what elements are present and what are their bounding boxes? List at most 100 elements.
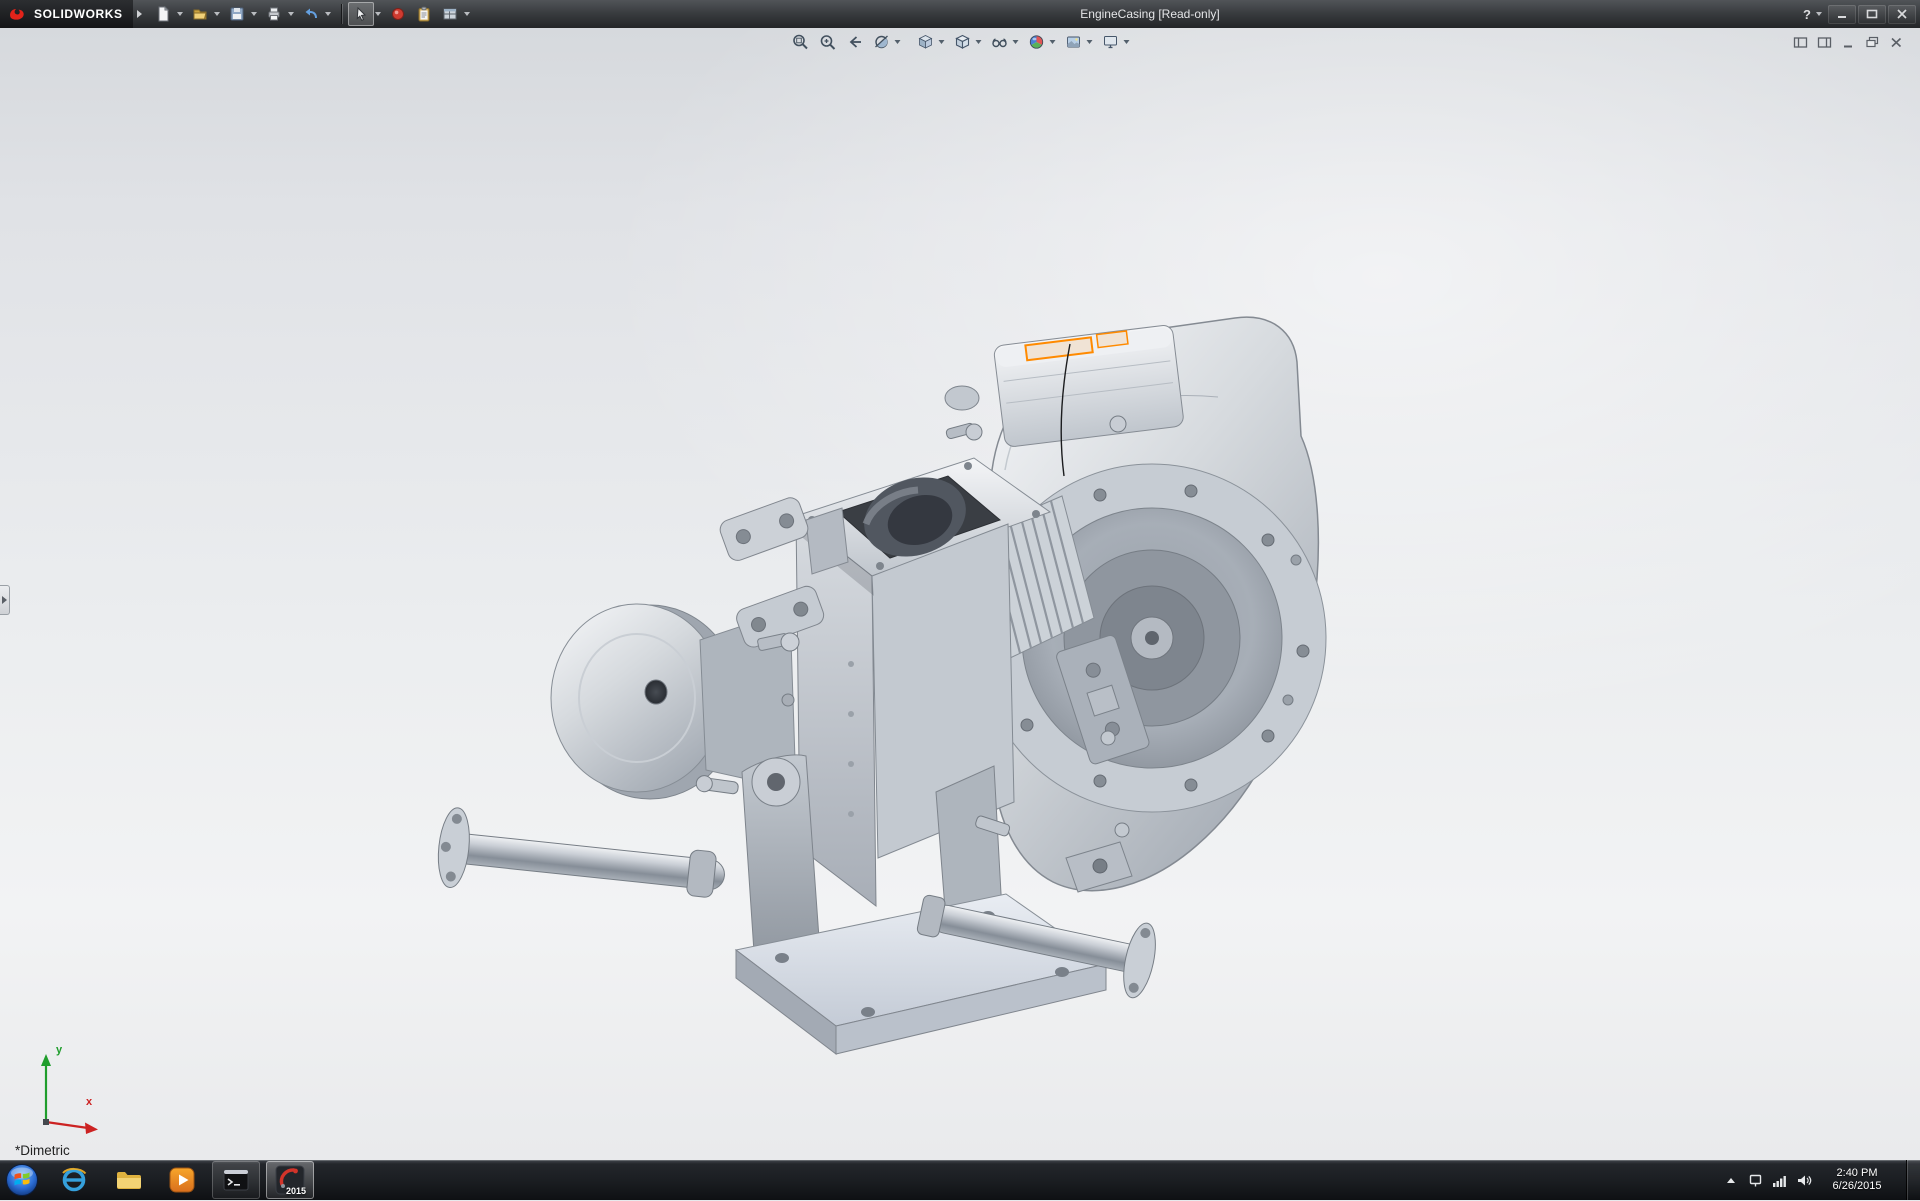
close-icon <box>1896 9 1908 19</box>
new-document-caret-icon[interactable] <box>177 12 183 16</box>
save-icon <box>228 5 246 23</box>
save-button[interactable] <box>224 2 250 26</box>
minimize-icon <box>1836 9 1848 19</box>
zoom-to-fit-button[interactable] <box>787 30 814 53</box>
hide-show-caret-icon[interactable] <box>1013 40 1019 44</box>
taskbar: 2015 2:40 PM 6/26/2015 <box>0 1160 1920 1200</box>
taskbar-item-file-explorer[interactable] <box>104 1161 152 1199</box>
orientation-triad: y x <box>12 1044 112 1134</box>
display-style-icon <box>953 33 971 51</box>
rebuild-button[interactable] <box>385 2 411 26</box>
appearance-sphere-icon <box>1027 33 1045 51</box>
select-caret-icon[interactable] <box>375 12 381 16</box>
zoom-to-area-icon <box>818 33 836 51</box>
pane-left-button[interactable] <box>1791 34 1810 51</box>
doc-restore-button[interactable] <box>1863 34 1882 51</box>
taskbar-item-internet-explorer[interactable] <box>50 1161 98 1199</box>
hide-show-glasses-icon <box>990 33 1008 51</box>
toolbar-separator <box>341 4 342 24</box>
section-view-icon <box>872 33 890 51</box>
solidworks-year-badge: 2015 <box>286 1187 306 1196</box>
window-title: EngineCasing [Read-only] <box>1000 7 1300 21</box>
feature-panel-handle[interactable] <box>0 585 10 615</box>
view-orientation-cube-icon <box>916 33 934 51</box>
main-toolbar <box>150 2 474 26</box>
minimize-button[interactable] <box>1828 5 1856 24</box>
help-caret-icon[interactable] <box>1816 12 1822 16</box>
solidworks-logo-icon <box>8 5 28 23</box>
open-caret-icon[interactable] <box>214 12 220 16</box>
taskbar-item-media-player[interactable] <box>158 1161 206 1199</box>
section-view-caret-icon[interactable] <box>895 40 901 44</box>
maximize-icon <box>1866 9 1878 19</box>
undo-caret-icon[interactable] <box>325 12 331 16</box>
heads-up-view-toolbar <box>787 30 1134 53</box>
command-prompt-icon <box>221 1165 251 1195</box>
menu-expander-icon[interactable] <box>137 10 142 18</box>
save-caret-icon[interactable] <box>251 12 257 16</box>
display-style-button[interactable] <box>949 30 976 53</box>
doc-minimize-button[interactable] <box>1839 34 1858 51</box>
zoom-to-area-button[interactable] <box>814 30 841 53</box>
file-properties-button[interactable] <box>411 2 437 26</box>
show-desktop-button[interactable] <box>1906 1160 1920 1200</box>
triad-y-label: y <box>56 1044 62 1056</box>
taskbar-item-command-prompt[interactable] <box>212 1161 260 1199</box>
previous-view-icon <box>845 33 863 51</box>
system-tray: 2:40 PM 6/26/2015 <box>1723 1160 1920 1200</box>
close-button[interactable] <box>1888 5 1916 24</box>
view-orientation-caret-icon[interactable] <box>939 40 945 44</box>
maximize-button[interactable] <box>1858 5 1886 24</box>
apply-scene-caret-icon[interactable] <box>1087 40 1093 44</box>
view-orientation-button[interactable] <box>912 30 939 53</box>
clock-time: 2:40 PM <box>1821 1167 1893 1180</box>
previous-view-button[interactable] <box>841 30 868 53</box>
taskbar-clock[interactable]: 2:40 PM 6/26/2015 <box>1821 1167 1893 1193</box>
triad-axes-icon <box>12 1044 112 1134</box>
doc-close-button[interactable] <box>1887 34 1906 51</box>
print-icon <box>265 5 283 23</box>
options-button[interactable] <box>437 2 463 26</box>
internet-explorer-icon <box>59 1165 89 1195</box>
hide-show-items-button[interactable] <box>986 30 1013 53</box>
show-hidden-icons-button[interactable] <box>1723 1174 1739 1187</box>
edit-appearance-button[interactable] <box>1023 30 1050 53</box>
engine-casing-model[interactable] <box>0 28 1920 1160</box>
print-button[interactable] <box>261 2 287 26</box>
view-settings-caret-icon[interactable] <box>1124 40 1130 44</box>
new-document-button[interactable] <box>150 2 176 26</box>
media-player-icon <box>167 1165 197 1195</box>
action-center-icon[interactable] <box>1748 1173 1763 1188</box>
options-caret-icon[interactable] <box>464 12 470 16</box>
zoom-to-fit-icon <box>791 33 809 51</box>
doc-close-icon <box>1889 36 1904 49</box>
taskbar-item-solidworks[interactable]: 2015 <box>266 1161 314 1199</box>
print-caret-icon[interactable] <box>288 12 294 16</box>
pane-left-icon <box>1793 36 1808 49</box>
view-orientation-label: *Dimetric <box>15 1143 70 1158</box>
network-icon[interactable] <box>1772 1173 1787 1188</box>
app-logo[interactable]: SOLIDWORKS <box>0 0 133 28</box>
section-view-button[interactable] <box>868 30 895 53</box>
view-settings-button[interactable] <box>1097 30 1124 53</box>
display-style-caret-icon[interactable] <box>976 40 982 44</box>
undo-icon <box>302 5 320 23</box>
apply-scene-button[interactable] <box>1060 30 1087 53</box>
appearance-caret-icon[interactable] <box>1050 40 1056 44</box>
start-button[interactable] <box>0 1160 44 1200</box>
undo-button[interactable] <box>298 2 324 26</box>
windows-start-orb-icon <box>5 1163 39 1197</box>
window-controls: ? <box>1801 0 1916 28</box>
volume-icon[interactable] <box>1796 1173 1812 1188</box>
show-hidden-icons-arrow-icon <box>1727 1178 1735 1183</box>
triad-x-label: x <box>86 1096 92 1108</box>
graphics-viewport[interactable]: y x *Dimetric <box>0 28 1920 1160</box>
pane-right-button[interactable] <box>1815 34 1834 51</box>
pane-right-icon <box>1817 36 1832 49</box>
titlebar: SOLIDWORKS <box>0 0 1920 28</box>
open-button[interactable] <box>187 2 213 26</box>
doc-restore-icon <box>1865 36 1880 49</box>
view-settings-icon <box>1101 33 1119 51</box>
select-button[interactable] <box>348 2 374 26</box>
help-button[interactable]: ? <box>1801 7 1813 22</box>
